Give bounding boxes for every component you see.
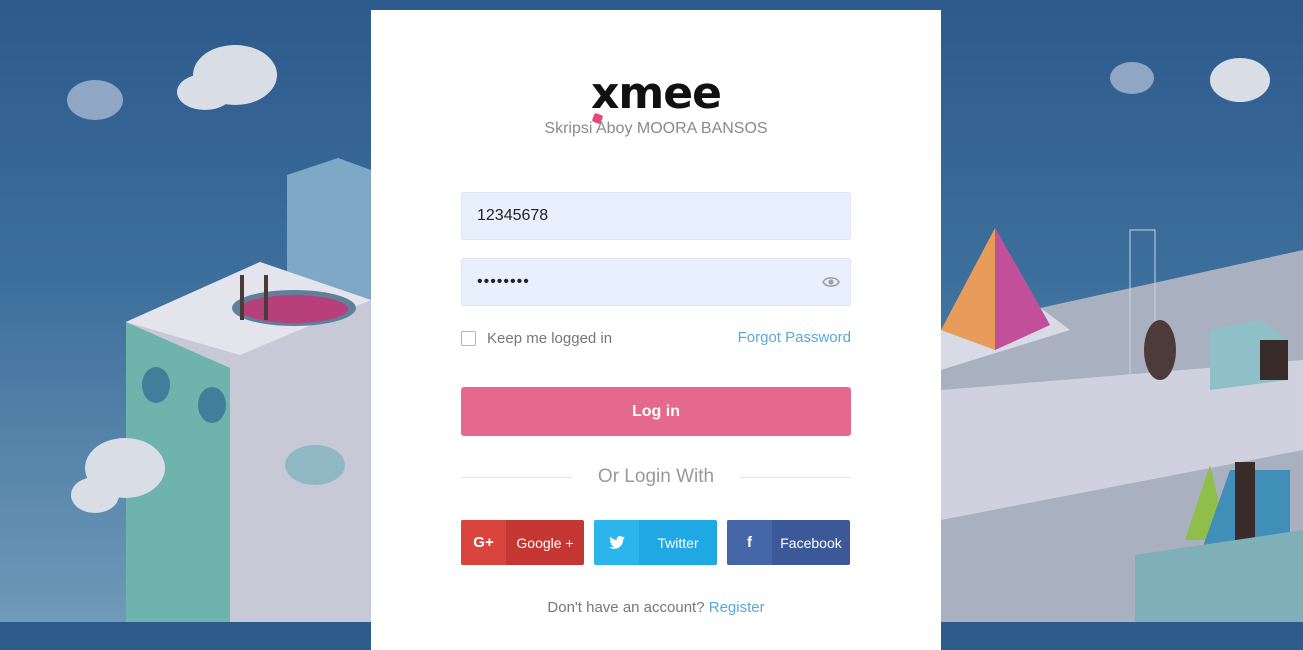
facebook-icon: f	[727, 520, 772, 565]
google-login-button[interactable]: G+ Google +	[461, 520, 584, 565]
username-field[interactable]: 12345678	[461, 192, 851, 240]
register-link[interactable]: Register	[709, 599, 765, 616]
app-subtitle: Skripsi Aboy MOORA BANSOS	[544, 120, 768, 137]
facebook-login-button[interactable]: f Facebook	[727, 520, 850, 565]
brand-logo: xmee	[371, 72, 941, 116]
remember-label: Keep me logged in	[487, 330, 613, 347]
login-button[interactable]: Log in	[461, 387, 851, 436]
twitter-label: Twitter	[657, 534, 699, 551]
divider-label: Or Login With	[597, 466, 715, 487]
forgot-password-link[interactable]: Forgot Password	[738, 329, 851, 346]
password-value: ••••••••	[477, 273, 530, 290]
register-prompt-text: Don't have an account?	[547, 599, 705, 616]
password-field[interactable]: ••••••••	[461, 258, 851, 306]
register-prompt: Don't have an account? Register	[371, 599, 941, 616]
social-divider: Or Login With	[461, 465, 851, 489]
twitter-login-button[interactable]: Twitter	[594, 520, 717, 565]
twitter-icon	[594, 520, 639, 565]
login-card: xmee Skripsi Aboy MOORA BANSOS 12345678 …	[371, 10, 941, 650]
divider-line-left	[461, 476, 572, 478]
logo-text: xmee	[591, 68, 722, 119]
username-value: 12345678	[477, 207, 549, 224]
eye-icon[interactable]	[822, 275, 840, 289]
remember-me[interactable]: Keep me logged in	[461, 330, 612, 347]
google-label: Google +	[516, 534, 574, 551]
facebook-label: Facebook	[780, 534, 842, 551]
divider-line-right	[740, 476, 851, 478]
remember-checkbox[interactable]	[461, 331, 476, 346]
google-plus-icon: G+	[461, 520, 506, 565]
